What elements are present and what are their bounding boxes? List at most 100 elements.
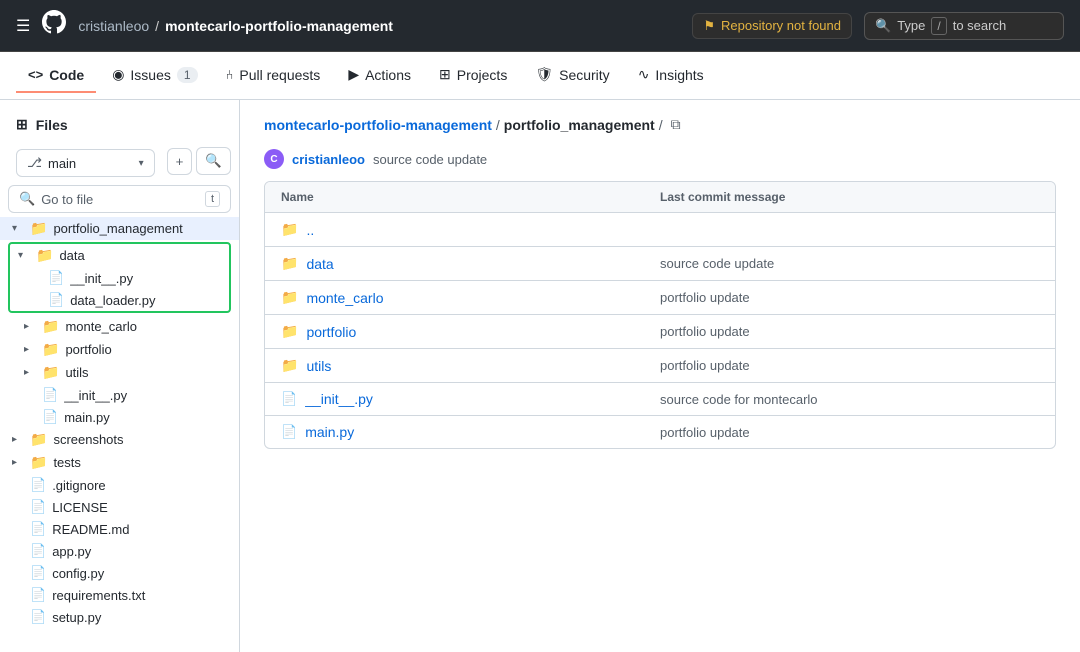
tree-item-data-loader[interactable]: 📄 data_loader.py [10,289,229,311]
file-link[interactable]: utils [306,358,331,374]
name-cell: 📁 utils [281,357,660,374]
folder-icon: 📁 [281,255,298,272]
tab-actions[interactable]: ▶ Actions [336,58,423,93]
name-cell: 📁 data [281,255,660,272]
tab-security[interactable]: 🛡 Security [523,58,621,93]
tree-item-setup-py[interactable]: 📄 setup.py [0,606,239,628]
tree-item-main-py[interactable]: 📄 main.py [0,406,239,428]
tree-item-monte-carlo[interactable]: ▸ 📁 monte_carlo [0,315,239,338]
tree-label: portfolio [65,342,111,357]
table-row[interactable]: 📁 .. [265,213,1055,247]
issues-icon: ◉ [112,66,124,83]
chevron-right-icon: ▸ [24,367,36,378]
table-row[interactable]: 📁 data source code update [265,247,1055,281]
file-link[interactable]: __init__.py [305,391,373,407]
repo-breadcrumb: cristianleoo / montecarlo-portfolio-mana… [78,18,393,34]
tree-item-license[interactable]: 📄 LICENSE [0,496,239,518]
copy-path-button[interactable]: ⧉ [671,116,681,133]
main-layout: ⊞ Files ⎇ main ▾ + 🔍 🔍 Go to file t ▾ 📁 … [0,100,1080,652]
branch-selector[interactable]: ⎇ main ▾ [16,149,155,177]
breadcrumb-folder[interactable]: portfolio_management [504,117,655,133]
table-row[interactable]: 📄 main.py portfolio update [265,416,1055,448]
username-link[interactable]: cristianleoo [78,18,149,34]
tree-item-data[interactable]: ▾ 📁 data [10,244,229,267]
goto-file-label: Go to file [41,192,93,207]
tree-item-tests[interactable]: ▸ 📁 tests [0,451,239,474]
tab-actions-label: Actions [365,67,411,83]
top-nav: ☰ cristianleoo / montecarlo-portfolio-ma… [0,0,1080,52]
breadcrumb-repo-link[interactable]: montecarlo-portfolio-management [264,117,492,133]
file-link[interactable]: .. [306,222,314,238]
table-row[interactable]: 📁 monte_carlo portfolio update [265,281,1055,315]
file-icon: 📄 [42,409,58,425]
tree-item-utils[interactable]: ▸ 📁 utils [0,361,239,384]
search-icon: 🔍 [19,191,35,207]
secondary-nav: <> Code ◉ Issues 1 ⑃ Pull requests ▶ Act… [0,52,1080,100]
table-header: Name Last commit message [265,182,1055,213]
file-link[interactable]: portfolio [306,324,356,340]
goto-shortcut: t [205,191,220,207]
tab-projects-label: Projects [457,67,508,83]
folder-icon: 📁 [42,341,59,358]
tab-insights[interactable]: ∿ Insights [626,58,716,93]
breadcrumb-sep: / [155,18,159,34]
tab-code-label: Code [49,67,84,83]
file-icon: 📄 [30,499,46,515]
tree-item-requirements[interactable]: 📄 requirements.txt [0,584,239,606]
tree-item-init-py-data[interactable]: 📄 __init__.py [10,267,229,289]
commit-msg: source code for montecarlo [660,392,1039,407]
tree-item-config-py[interactable]: 📄 config.py [0,562,239,584]
grid-icon: ⊞ [16,116,28,133]
commit-msg: portfolio update [660,425,1039,440]
tree-label: requirements.txt [52,588,145,603]
tab-projects[interactable]: ⊞ Projects [427,58,519,93]
table-row[interactable]: 📄 __init__.py source code for montecarlo [265,383,1055,416]
file-icon: 📄 [48,270,64,286]
main-content: montecarlo-portfolio-management / portfo… [240,100,1080,652]
file-link[interactable]: main.py [305,424,354,440]
folder-icon: 📁 [42,318,59,335]
tab-code[interactable]: <> Code [16,59,96,93]
tree-label: data [59,248,84,263]
tab-issues[interactable]: ◉ Issues 1 [100,58,209,93]
tab-issues-label: Issues [130,67,170,83]
goto-file[interactable]: 🔍 Go to file t [8,185,231,213]
avatar: C [264,149,284,169]
folder-icon: 📁 [30,220,47,237]
table-row[interactable]: 📁 utils portfolio update [265,349,1055,383]
search-files-button[interactable]: 🔍 [196,147,231,175]
search-bar[interactable]: 🔍 Type / to search [864,12,1064,40]
breadcrumb-sep1: / [496,117,500,133]
tree-item-readme[interactable]: 📄 README.md [0,518,239,540]
folder-icon: 📁 [281,357,298,374]
repo-name-link[interactable]: montecarlo-portfolio-management [165,18,393,34]
add-file-button[interactable]: + [167,148,193,175]
tree-item-app-py[interactable]: 📄 app.py [0,540,239,562]
folder-icon: 📁 [281,289,298,306]
tree-label: __init__.py [70,271,133,286]
file-link[interactable]: data [306,256,333,272]
tree-item-screenshots[interactable]: ▸ 📁 screenshots [0,428,239,451]
col-commit: Last commit message [660,190,1039,204]
tree-label: config.py [52,566,104,581]
tree-label: data_loader.py [70,293,155,308]
hamburger-icon[interactable]: ☰ [16,16,30,36]
tree-label: tests [53,455,80,470]
folder-icon: 📁 [281,323,298,340]
path-breadcrumb: montecarlo-portfolio-management / portfo… [264,116,1056,133]
tree-item-init-root[interactable]: 📄 __init__.py [0,384,239,406]
search-icon: 🔍 [875,18,891,34]
table-row[interactable]: 📁 portfolio portfolio update [265,315,1055,349]
commit-author[interactable]: cristianleoo [292,152,365,167]
chevron-right-icon: ▸ [24,321,36,332]
file-link[interactable]: monte_carlo [306,290,383,306]
chevron-down-icon: ▾ [139,158,144,169]
tree-item-portfolio-management[interactable]: ▾ 📁 portfolio_management [0,217,239,240]
chevron-right-icon: ▸ [24,344,36,355]
tab-pull-requests[interactable]: ⑃ Pull requests [214,59,333,93]
branch-icon: ⎇ [27,155,42,171]
tree-label: __init__.py [64,388,127,403]
tree-item-gitignore[interactable]: 📄 .gitignore [0,474,239,496]
tree-label: setup.py [52,610,101,625]
tree-item-portfolio[interactable]: ▸ 📁 portfolio [0,338,239,361]
